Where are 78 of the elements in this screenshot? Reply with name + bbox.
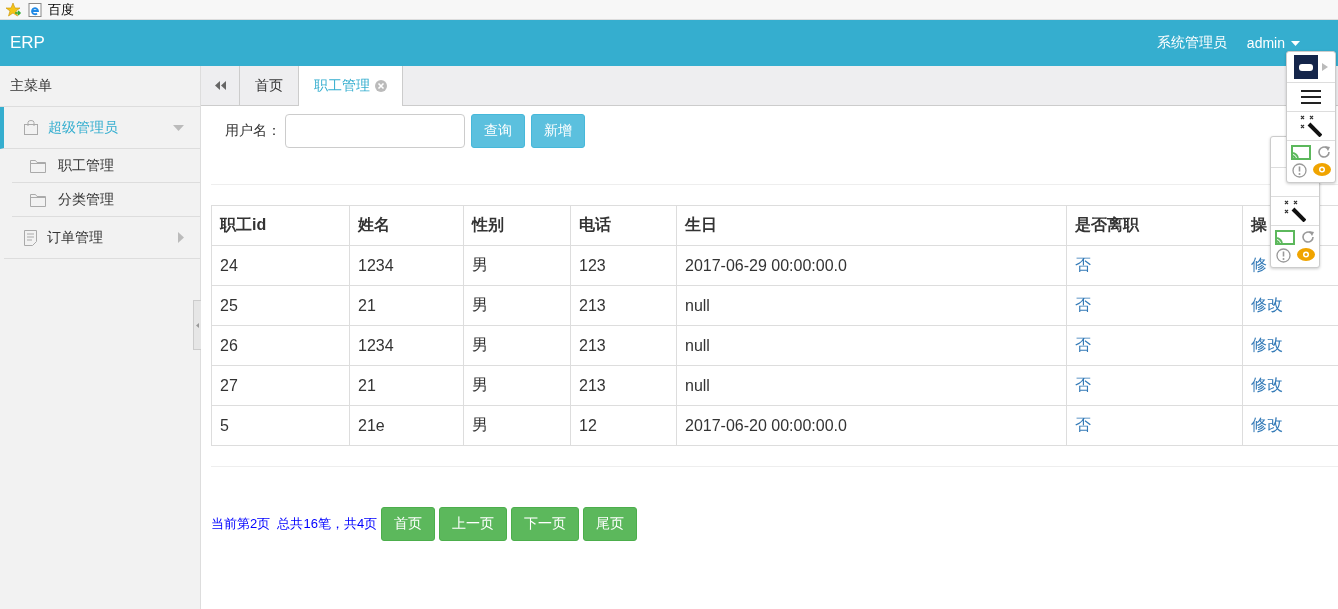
eye-icon[interactable]: [1312, 163, 1331, 176]
table-cell: 213: [570, 325, 677, 366]
edit-link[interactable]: 修改: [1251, 296, 1283, 313]
caret-icon: [1291, 40, 1300, 46]
warning-icon[interactable]: [1291, 163, 1307, 178]
table-cell: 21: [349, 365, 464, 406]
page-tab[interactable]: 职工管理: [299, 66, 403, 106]
table-cell: 123: [570, 245, 677, 286]
folder-icon: [30, 159, 46, 173]
close-icon[interactable]: [375, 80, 387, 92]
resigned-link[interactable]: 否: [1075, 256, 1091, 273]
column-header: 姓名: [349, 205, 464, 246]
edit-link[interactable]: 修改: [1251, 336, 1283, 353]
table-cell: 12: [570, 405, 677, 446]
edit-link[interactable]: 修: [1251, 256, 1267, 273]
cast-icon[interactable]: [1275, 230, 1295, 245]
column-header: 性别: [463, 205, 571, 246]
me-logo-icon[interactable]: [1294, 55, 1328, 79]
column-header: 生日: [676, 205, 1067, 246]
table-cell: 2017-06-20 00:00:00.0: [676, 405, 1067, 446]
browser-tab-title[interactable]: 百度: [48, 0, 74, 19]
table-cell: 24: [211, 245, 350, 286]
double-arrow-left-icon: [214, 81, 226, 90]
user-role: 系统管理员: [1156, 34, 1227, 52]
eye-icon[interactable]: [1296, 248, 1315, 261]
table-cell: null: [676, 325, 1067, 366]
table-cell: 1234: [349, 325, 464, 366]
refresh-icon[interactable]: [1317, 145, 1331, 159]
collapse-handle[interactable]: [193, 300, 201, 350]
table-cell: 213: [570, 285, 677, 326]
resigned-link[interactable]: 否: [1075, 376, 1091, 393]
caret-down-icon: [173, 124, 184, 131]
pager-button[interactable]: 尾页: [583, 507, 638, 541]
table-cell: null: [676, 365, 1067, 406]
menu-item[interactable]: 订单管理: [4, 217, 200, 259]
document-icon: [24, 229, 37, 246]
table-cell: 男: [463, 365, 571, 406]
edit-link[interactable]: 修改: [1251, 416, 1283, 433]
app-brand[interactable]: ERP: [10, 33, 1157, 53]
table-cell: 213: [570, 365, 677, 406]
table-cell: 男: [463, 405, 571, 446]
table-cell: 21e: [349, 405, 464, 446]
resigned-link[interactable]: 否: [1075, 336, 1091, 353]
pager-button[interactable]: 首页: [381, 507, 436, 541]
magic-wand-icon[interactable]: [1284, 200, 1306, 222]
table-cell: 男: [463, 245, 571, 286]
resigned-link[interactable]: 否: [1075, 296, 1091, 313]
pager-button[interactable]: 下一页: [511, 507, 580, 541]
column-header: 职工id: [211, 205, 350, 246]
menu-icon[interactable]: [1301, 90, 1321, 104]
table-cell: 21: [349, 285, 464, 326]
caret-right-icon: [178, 232, 184, 243]
resigned-link[interactable]: 否: [1075, 416, 1091, 433]
bag-icon: [24, 120, 38, 135]
favorites-star-icon[interactable]: [6, 2, 22, 17]
user-menu[interactable]: admin: [1246, 35, 1300, 51]
table-cell: 5: [211, 405, 350, 446]
table-cell: 27: [211, 365, 350, 406]
table-cell: 25: [211, 285, 350, 326]
edit-link[interactable]: 修改: [1251, 376, 1283, 393]
column-header: 电话: [570, 205, 677, 246]
table-cell: 男: [463, 325, 571, 366]
magic-wand-icon[interactable]: [1300, 115, 1322, 137]
table-cell: 26: [211, 325, 350, 366]
field-label: 用户名：: [225, 122, 281, 140]
column-header: 是否离职: [1066, 205, 1243, 246]
warning-icon[interactable]: [1275, 248, 1291, 263]
folder-icon: [30, 193, 46, 207]
pager-button[interactable]: 上一页: [439, 507, 508, 541]
cast-icon[interactable]: [1291, 145, 1311, 160]
refresh-icon[interactable]: [1301, 230, 1315, 244]
sidebar-title: 主菜单: [0, 66, 200, 107]
table-cell: 2017-06-29 00:00:00.0: [676, 245, 1067, 286]
table-cell: 1234: [349, 245, 464, 286]
table-cell: 男: [463, 285, 571, 326]
page-info: 当前第2页 总共16笔，共4页: [211, 515, 378, 533]
table-cell: null: [676, 285, 1067, 326]
username-field[interactable]: [285, 114, 465, 148]
